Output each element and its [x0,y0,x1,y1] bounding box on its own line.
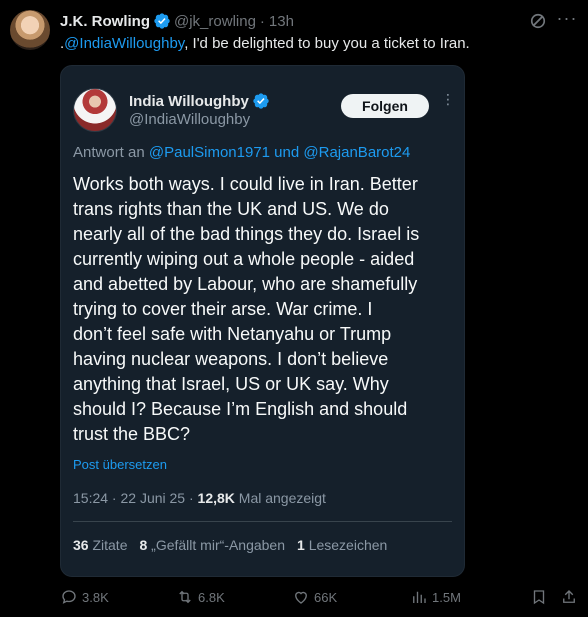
heart-icon [295,591,307,604]
bookmarks-count: 1 [297,537,305,553]
reply-count: 3.8K [82,589,109,605]
quoted-more-options-icon[interactable]: ⋮ [441,92,455,114]
quotes-label: Zitate [92,537,128,553]
bookmark-icon [533,590,545,605]
author-name[interactable]: J.K. Rowling [60,13,150,30]
views-icon [413,591,426,603]
reply-icon [62,590,76,604]
post-text: .@IndiaWilloughby, I'd be delighted to b… [60,34,576,54]
more-options-icon[interactable]: ··· [556,9,578,30]
bookmarks-label: Lesezeichen [308,537,388,553]
quoted-author-name-row: India Willoughby [129,92,273,110]
reply-and: und [270,144,304,161]
quoted-author-name[interactable]: India Willoughby [129,93,249,110]
quoted-author-handle[interactable]: @IndiaWilloughby [129,111,250,128]
reply-mention-2[interactable]: @RajanBarot24 [303,144,410,161]
verified-badge-icon [154,13,170,29]
body-line: trying to cover their arse. War crime. I [73,299,373,319]
repost-count: 6.8K [198,589,225,605]
post-meta: 15:24 · 22 Juni 25 · 12,8K Mal angezeigt [73,490,326,506]
quotes-stat[interactable]: 36 Zitate [73,537,127,553]
body-line: anything that Israel, US or UK say. Why [73,374,389,394]
quoted-author-avatar[interactable] [73,88,117,132]
action-bar: 3.8K 6.8K 66K 1.5M [60,588,580,610]
views-label: Mal angezeigt [234,490,326,506]
body-line: don’t feel safe with Netanyahu or Trump [73,324,392,344]
body-line: and abetted by Labour, who are shamefull… [73,274,418,294]
translate-post-link[interactable]: Post übersetzen [73,457,167,472]
reply-button[interactable]: 3.8K [60,588,109,606]
views-count: 12,8K [197,490,235,506]
body-line: currently wiping out a whole people - ai… [73,249,415,269]
body-line: trust the BBC? [73,424,191,444]
share-icon [563,590,575,603]
repost-icon [179,590,191,604]
body-line: trans rights than the UK and US. We do [73,199,389,219]
reply-mention-1[interactable]: @PaulSimon1971 [149,144,270,161]
likes-count: 8 [139,537,148,553]
follow-button[interactable]: Folgen [341,94,429,118]
author-handle[interactable]: @jk_rowling [174,13,256,30]
separator-dot: · [259,12,265,30]
post-header: J.K. Rowling @jk_rowling · 13h [60,11,578,31]
post-timestamp[interactable]: 15:24 · 22 Juni 25 · [73,490,198,506]
quotes-count: 36 [73,537,89,553]
body-line: should I? Because I’m English and should [73,399,408,419]
post-mention-link[interactable]: @IndiaWilloughby [64,35,184,52]
quoted-post-body: Works both ways. I could live in Iran. B… [73,172,458,447]
reply-to-prefix: Antwort an [73,144,149,161]
views-button[interactable]: 1.5M [410,588,461,606]
reply-to-line: Antwort an @PaulSimon1971 und @RajanBaro… [73,144,410,161]
quoted-post-card[interactable]: India Willoughby @IndiaWilloughby Folgen… [60,65,465,577]
share-button[interactable] [560,588,578,606]
bookmarks-stat[interactable]: 1 Lesezeichen [297,537,387,553]
post-text-rest: , I'd be delighted to buy you a ticket t… [184,35,470,52]
likes-label: „Gefällt mir“-Angaben [151,537,285,553]
body-line: Works both ways. I could live in Iran. B… [73,174,418,194]
body-line: nearly all of the bad things they do. Is… [73,224,420,244]
bookmark-button[interactable] [530,588,548,606]
body-line: having nuclear weapons. I don’t believe [73,349,389,369]
engagement-stats: 36 Zitate 8 „Gefällt mir“-Angaben 1 Lese… [73,537,387,553]
verified-badge-icon [253,93,269,109]
views-total: 1.5M [432,589,461,605]
likes-stat[interactable]: 8 „Gefällt mir“-Angaben [139,537,285,553]
author-avatar[interactable] [10,10,50,50]
repost-button[interactable]: 6.8K [176,588,225,606]
divider [73,521,452,522]
like-button[interactable]: 66K [292,588,337,606]
grok-icon[interactable] [528,11,548,31]
like-count: 66K [314,589,338,605]
post-time[interactable]: 13h [269,13,294,30]
